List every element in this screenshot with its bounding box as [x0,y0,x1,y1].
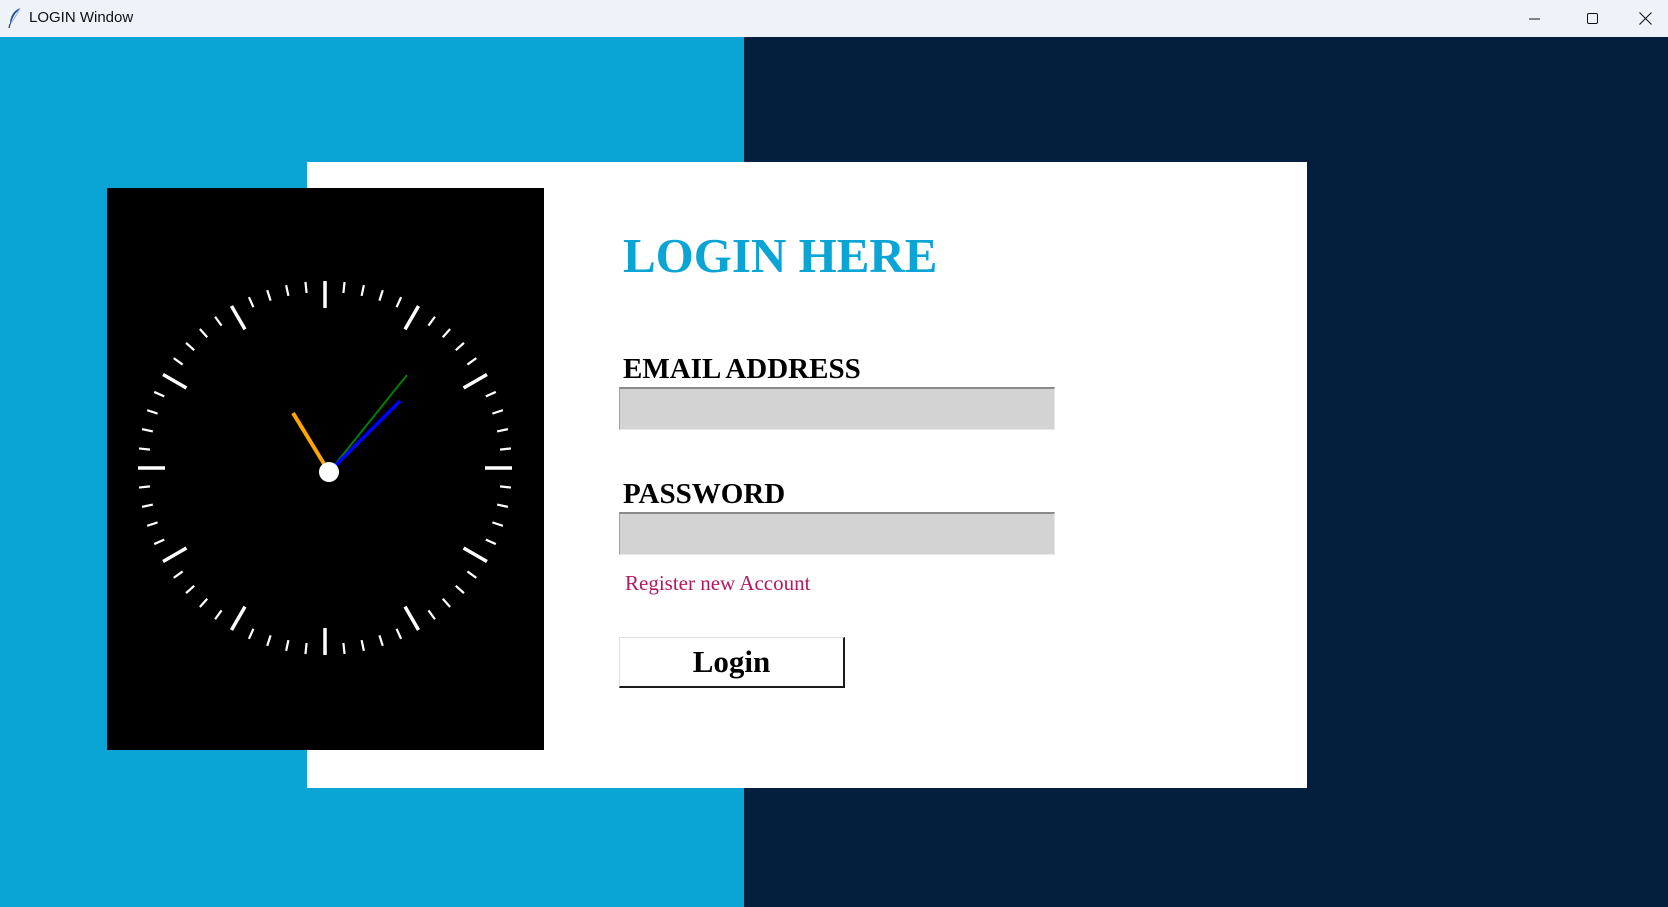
clock-minute-tick [266,289,272,301]
clock-hour-tick [462,546,488,564]
clock-minute-tick [146,521,158,527]
clock-minute-tick [395,296,403,308]
maximize-button[interactable] [1564,0,1622,37]
close-icon [1638,12,1652,25]
clock-minute-tick [492,409,504,415]
clock-minute-tick [466,357,477,366]
clock-hour-tick [162,372,188,390]
clock-minute-tick [266,635,272,647]
clock-minute-tick [199,328,209,338]
clock-minute-tick [141,428,154,433]
clock-hour-tick [403,605,421,631]
clock-minute-tick [378,289,384,301]
clock-minute-tick [441,328,451,338]
clock-minute-tick [214,316,223,327]
clock-minute-tick [466,570,477,579]
clock-minute-tick [485,390,497,398]
clock-minute-tick [199,598,209,608]
clock-hour-hand [291,411,331,474]
clock-center-pin [319,462,339,482]
clock-minute-tick [427,316,436,327]
clock-minute-tick [304,281,308,294]
clock-minute-tick [499,447,512,451]
login-button[interactable]: Login [619,637,845,688]
register-account-link[interactable]: Register new Account [625,570,810,596]
clock-hour-tick [162,546,188,564]
minimize-button[interactable] [1506,0,1564,37]
clock-minute-tick [360,284,365,297]
clock-minute-tick [285,639,290,652]
clock-second-hand [328,374,408,473]
clock-minute-tick [485,538,497,546]
clock-minute-tick [360,639,365,652]
feather-icon [8,7,21,29]
clock-hour-tick [403,305,421,331]
clock-minute-tick [146,409,158,415]
email-label: EMAIL ADDRESS [623,353,861,385]
clock-minute-tick [378,635,384,647]
clock-hour-tick [229,605,247,631]
clock-minute-tick [492,521,504,527]
clock-minute-tick [496,428,509,433]
clock-minute-tick [185,342,195,352]
password-input[interactable] [619,512,1055,555]
clock-minute-tick [427,609,436,620]
close-button[interactable] [1622,0,1668,37]
clock-hour-tick [229,305,247,331]
window-title: LOGIN Window [29,9,134,26]
clock-minute-tick [185,584,195,594]
title-bar: LOGIN Window [0,0,1668,37]
clock-hour-tick [462,372,488,390]
email-input[interactable] [619,387,1055,430]
login-heading: LOGIN HERE [623,228,938,283]
minimize-icon [1529,18,1540,19]
clock-minute-tick [496,503,509,508]
clock-minute-tick [455,342,465,352]
clock-minute-tick [214,609,223,620]
clock-minute-tick [173,570,184,579]
clock-minute-tick [441,598,451,608]
analog-clock-panel [107,188,544,750]
clock-minute-tick [247,296,255,308]
clock-minute-tick [173,357,184,366]
clock-minute-tick [455,584,465,594]
clock-minute-tick [153,390,165,398]
analog-clock [138,281,512,655]
password-label: PASSWORD [623,478,786,510]
clock-minute-tick [342,281,346,294]
clock-minute-tick [153,538,165,546]
clock-minute-hand [327,399,402,474]
clock-minute-tick [395,628,403,640]
clock-minute-tick [304,642,308,655]
clock-minute-tick [342,642,346,655]
clock-minute-tick [285,284,290,297]
clock-minute-tick [141,503,154,508]
clock-minute-tick [138,485,151,489]
clock-minute-tick [499,485,512,489]
login-window: LOGIN Window LOGIN HERE EMAIL ADDRESS PA… [0,0,1668,907]
clock-minute-tick [247,628,255,640]
maximize-icon [1587,12,1598,24]
clock-minute-tick [138,447,151,451]
